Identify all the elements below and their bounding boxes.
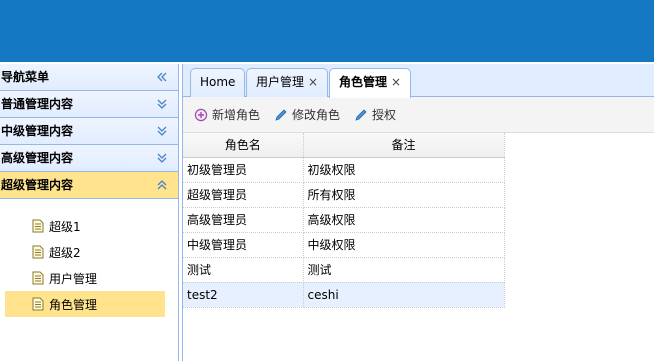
add-role-label: 新增角色 xyxy=(212,108,261,122)
cell-role-name: 中级管理员 xyxy=(183,232,304,258)
authorize-label: 授权 xyxy=(372,108,397,122)
double-down-chevron-icon[interactable] xyxy=(156,152,168,164)
document-icon xyxy=(32,297,44,311)
column-header-role-name[interactable]: 角色名 xyxy=(183,133,304,158)
column-header-remark[interactable]: 备注 xyxy=(303,133,505,158)
double-down-chevron-icon[interactable] xyxy=(156,98,168,110)
tree-item-label: 超级1 xyxy=(49,219,81,234)
accordion-header-advanced[interactable]: 高级管理内容 xyxy=(0,145,178,172)
cell-remark: 所有权限 xyxy=(303,182,505,208)
table-row[interactable]: 超级管理员 所有权限 xyxy=(183,182,505,208)
collapse-sidebar-icon[interactable] xyxy=(156,71,168,83)
cell-remark: 高级权限 xyxy=(303,207,505,233)
accordion-header-normal[interactable]: 普通管理内容 xyxy=(0,91,178,118)
close-tab-icon[interactable]: × xyxy=(308,75,318,89)
edit-role-label: 修改角色 xyxy=(292,108,341,122)
accordion-label: 中级管理内容 xyxy=(1,124,74,138)
pencil-icon xyxy=(355,108,367,121)
tree-item-role-management[interactable]: 角色管理 xyxy=(5,291,165,317)
table-row[interactable]: 测试 测试 xyxy=(183,257,505,283)
plus-circle-icon xyxy=(194,108,208,121)
cell-role-name: 测试 xyxy=(183,257,304,283)
tab-role-management[interactable]: 角色管理 × xyxy=(329,68,412,98)
table-row[interactable]: 初级管理员 初级权限 xyxy=(183,157,505,183)
tree-item-label: 用户管理 xyxy=(49,271,98,286)
cell-remark: 测试 xyxy=(303,257,505,283)
accordion-label: 超级管理内容 xyxy=(1,178,74,192)
add-role-button[interactable]: 新增角色 xyxy=(194,106,260,123)
toolbar: 新增角色 修改角色 授权 xyxy=(183,97,654,133)
pencil-icon xyxy=(275,108,287,121)
cell-remark: ceshi xyxy=(303,282,505,308)
cell-role-name: test2 xyxy=(183,282,304,308)
document-icon xyxy=(32,271,44,285)
document-icon xyxy=(32,245,44,259)
main-panel: Home 用户管理 × 角色管理 × 新增角色 修改角色 授权 角色名 备注 初… xyxy=(182,64,654,361)
role-table: 角色名 备注 初级管理员 初级权限 超级管理员 所有权限 高级管理员 高级权限 … xyxy=(183,133,505,308)
document-icon xyxy=(32,219,44,233)
tab-label: Home xyxy=(200,75,236,89)
tree-item-super2[interactable]: 超级2 xyxy=(0,239,178,265)
cell-remark: 中级权限 xyxy=(303,232,505,258)
tab-user-management[interactable]: 用户管理 × xyxy=(246,68,329,97)
cell-role-name: 初级管理员 xyxy=(183,157,304,183)
cell-role-name: 高级管理员 xyxy=(183,207,304,233)
accordion-label: 普通管理内容 xyxy=(1,97,74,111)
accordion-header-intermediate[interactable]: 中级管理内容 xyxy=(0,118,178,145)
tab-bar: Home 用户管理 × 角色管理 × xyxy=(183,64,654,98)
cell-role-name: 超级管理员 xyxy=(183,182,304,208)
super-menu-tree: 超级1 超级2 用户管理 角色管理 xyxy=(0,199,178,317)
sidebar: 导航菜单 普通管理内容 中级管理内容 高级管理内容 超级管理内容 超级1 超级2… xyxy=(0,64,179,361)
sidebar-title-bar: 导航菜单 xyxy=(0,64,178,91)
tab-home[interactable]: Home xyxy=(190,68,246,97)
accordion-label: 高级管理内容 xyxy=(1,151,74,165)
tab-label: 用户管理 xyxy=(256,75,305,89)
edit-role-button[interactable]: 修改角色 xyxy=(274,106,340,123)
tree-item-super1[interactable]: 超级1 xyxy=(0,213,178,239)
tree-item-label: 角色管理 xyxy=(49,297,98,312)
table-header-row: 角色名 备注 xyxy=(183,133,505,158)
double-down-chevron-icon[interactable] xyxy=(156,125,168,137)
table-row[interactable]: 中级管理员 中级权限 xyxy=(183,232,505,258)
tree-item-label: 超级2 xyxy=(49,245,81,260)
table-row[interactable]: test2 ceshi xyxy=(183,282,505,308)
authorize-button[interactable]: 授权 xyxy=(354,106,396,123)
cell-remark: 初级权限 xyxy=(303,157,505,183)
table-row[interactable]: 高级管理员 高级权限 xyxy=(183,207,505,233)
app-header xyxy=(0,0,654,62)
accordion-header-super[interactable]: 超级管理内容 xyxy=(0,172,178,199)
close-tab-icon[interactable]: × xyxy=(391,75,401,89)
sidebar-title: 导航菜单 xyxy=(1,70,50,84)
tab-label: 角色管理 xyxy=(339,75,388,89)
double-up-chevron-icon[interactable] xyxy=(156,179,168,191)
tree-item-user-management[interactable]: 用户管理 xyxy=(0,265,178,291)
